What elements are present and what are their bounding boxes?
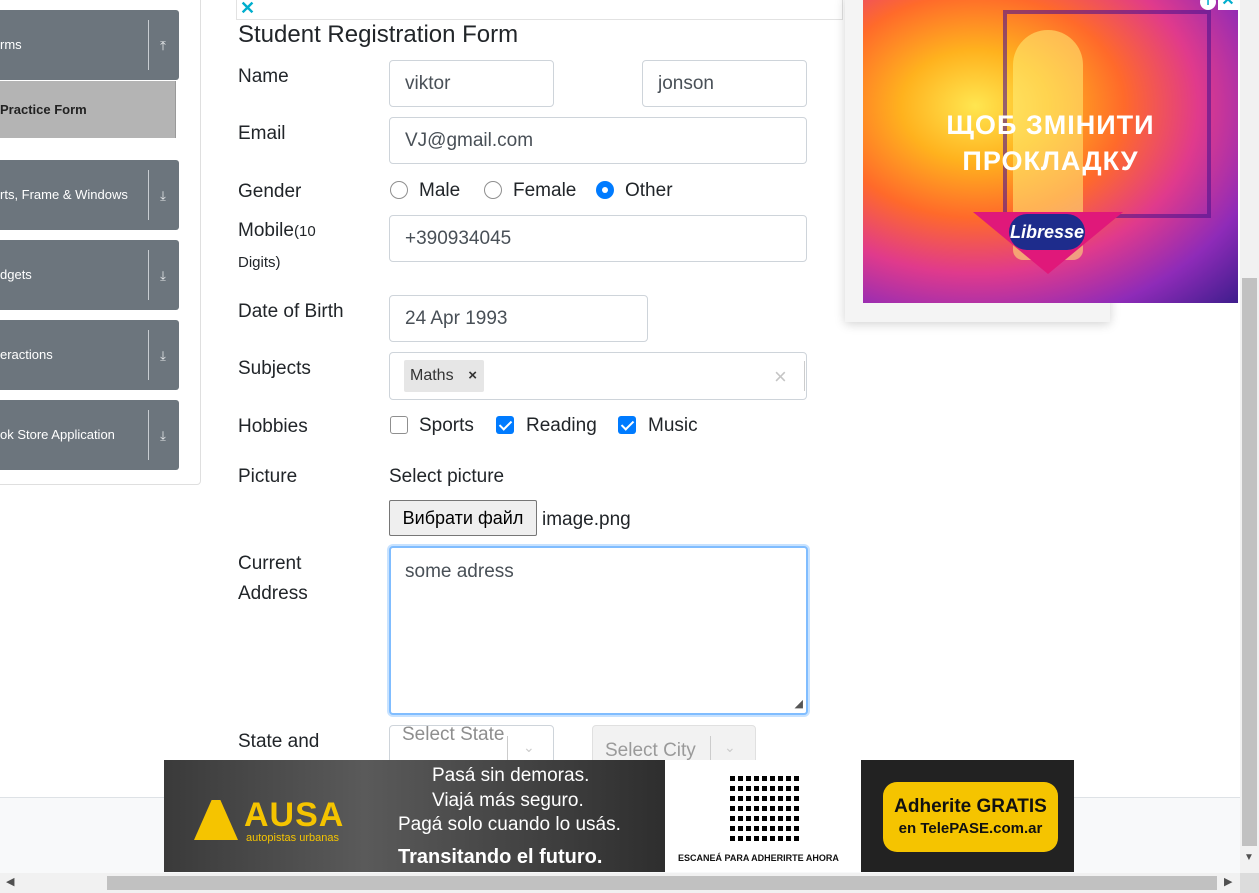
group-divider — [148, 170, 149, 220]
sidebar-group-label: eractions — [0, 347, 53, 362]
vertical-scrollbar[interactable]: ▼ — [1240, 0, 1259, 873]
subject-chip-label: Maths — [410, 367, 454, 384]
horizontal-scrollbar[interactable]: ◀ ▶ — [0, 873, 1259, 893]
state-city-label: State and — [238, 731, 320, 752]
remove-chip-icon[interactable]: × — [462, 360, 484, 392]
email-label: Email — [238, 123, 286, 144]
dob-label: Date of Birth — [238, 301, 344, 322]
gender-other-radio[interactable] — [596, 181, 614, 199]
clear-icon[interactable]: × — [774, 364, 787, 390]
resize-handle-icon[interactable]: ◢ — [795, 697, 803, 710]
picture-label: Picture — [238, 466, 298, 487]
last-name-input[interactable]: jonson — [642, 60, 807, 107]
sidebar-group-widgets[interactable]: dgets ⤓ — [0, 240, 179, 310]
ausa-logo: AUSA — [244, 796, 345, 834]
scrollbar-corner — [1240, 873, 1259, 893]
hobby-sports-checkbox[interactable] — [390, 416, 408, 434]
hobby-music-label[interactable]: Music — [648, 415, 698, 437]
ad-headline-line2: ПРОКЛАДКУ — [962, 146, 1139, 176]
dob-input[interactable]: 24 Apr 1993 — [389, 295, 648, 342]
first-name-input[interactable]: viktor — [389, 60, 554, 107]
ad-cta-button[interactable]: Adherite GRATIS en TelePASE.com.ar — [883, 782, 1058, 852]
sidebar-item-practice-form[interactable]: Practice Form — [0, 81, 176, 138]
email-input[interactable]: VJ@gmail.com — [389, 117, 807, 164]
expand-icon[interactable]: ⤓ — [152, 400, 174, 470]
city-placeholder: Select City — [605, 740, 696, 761]
address-label-line2: Address — [238, 583, 308, 604]
sidebar-group-label: rts, Frame & Windows — [0, 187, 128, 202]
ad-brand: Libresse — [1009, 214, 1085, 250]
gender-other-label[interactable]: Other — [625, 180, 673, 202]
qr-caption: ESCANEÁ PARA ADHERIRTE AHORA — [678, 853, 839, 863]
sidebar-group-label: ok Store Application — [0, 427, 115, 442]
ad-line-3: Pagá solo cuando lo usás. — [398, 814, 621, 835]
top-ad-strip: ✕ — [236, 0, 843, 20]
sidebar-group-label: rms — [0, 37, 22, 52]
right-ad-banner[interactable]: ЩОБ ЗМІНИТИ ПРОКЛАДКУ Libresse — [863, 0, 1238, 303]
chevron-down-icon[interactable]: ⌄ — [724, 739, 736, 756]
hobby-sports-label[interactable]: Sports — [419, 415, 474, 437]
sidebar-item-label: Practice Form — [0, 102, 87, 117]
sidebar-group-alerts-frame-windows[interactable]: rts, Frame & Windows ⤓ — [0, 160, 179, 230]
group-divider — [148, 410, 149, 460]
gender-female-label[interactable]: Female — [513, 180, 576, 202]
bottom-ad-banner[interactable]: AUSA autopistas urbanas Pasá sin demoras… — [164, 760, 1074, 872]
choose-file-button[interactable]: Вибрати файл — [389, 500, 537, 536]
selected-file-name: image.png — [542, 509, 631, 530]
ad-cta-line2: en TelePASE.com.ar — [898, 820, 1043, 837]
mobile-label-text: Mobile — [238, 220, 294, 241]
chevron-down-icon[interactable]: ⌄ — [523, 739, 535, 756]
mobile-input[interactable]: +390934045 — [389, 215, 807, 262]
gender-female-radio[interactable] — [484, 181, 502, 199]
scroll-left-icon[interactable]: ◀ — [6, 875, 14, 888]
group-divider — [148, 250, 149, 300]
mobile-hint-digits: Digits) — [238, 254, 281, 271]
subjects-label: Subjects — [238, 358, 311, 379]
sidebar-group-interactions[interactable]: eractions ⤓ — [0, 320, 179, 390]
ad-headline-line1: ЩОБ ЗМІНИТИ — [946, 110, 1155, 140]
sidebar-group-forms[interactable]: rms ⤒ — [0, 10, 179, 80]
subjects-input[interactable]: Maths × × — [389, 352, 807, 400]
gender-male-radio[interactable] — [390, 181, 408, 199]
hobbies-label: Hobbies — [238, 416, 308, 437]
hobby-reading-checkbox[interactable] — [496, 416, 514, 434]
ausa-logo-subtitle: autopistas urbanas — [246, 832, 339, 844]
ad-line-2: Viajá más seguro. — [432, 790, 584, 811]
scroll-down-icon[interactable]: ▼ — [1244, 852, 1254, 863]
sidebar-group-label: dgets — [0, 267, 32, 282]
hobby-music-checkbox[interactable] — [618, 416, 636, 434]
scroll-right-icon[interactable]: ▶ — [1224, 875, 1232, 888]
expand-icon[interactable]: ⤓ — [152, 160, 174, 230]
gender-male-label[interactable]: Male — [419, 180, 460, 202]
ad-tagline: Transitando el futuro. — [398, 846, 603, 868]
page-title: Student Registration Form — [238, 21, 519, 48]
mobile-hint: (10 — [293, 223, 316, 240]
subjects-divider — [804, 361, 805, 391]
address-text: some adress — [405, 561, 514, 582]
collapse-icon[interactable]: ⤒ — [152, 10, 174, 80]
name-label: Name — [238, 66, 289, 87]
group-divider — [148, 330, 149, 380]
ad-close-icon[interactable]: ✕ — [1218, 0, 1238, 10]
expand-icon[interactable]: ⤓ — [152, 240, 174, 310]
mobile-label: Mobile(10 — [238, 220, 316, 242]
ad-cta-line1: Adherite GRATIS — [894, 796, 1047, 817]
ad-line-1: Pasá sin demoras. — [432, 765, 590, 786]
address-label-line1: Current — [238, 553, 302, 574]
ad-close-icon[interactable]: ✕ — [240, 0, 255, 19]
current-address-textarea[interactable]: some adress ◢ — [389, 546, 808, 715]
horizontal-scroll-thumb[interactable] — [107, 876, 1217, 890]
select-picture-label: Select picture — [389, 466, 505, 487]
hobby-reading-label[interactable]: Reading — [526, 415, 597, 437]
subject-chip: Maths × — [404, 360, 484, 392]
group-divider — [148, 20, 149, 70]
sidebar-group-book-store[interactable]: ok Store Application ⤓ — [0, 400, 179, 470]
expand-icon[interactable]: ⤓ — [152, 320, 174, 390]
state-placeholder: Select State — [402, 725, 505, 745]
gender-label: Gender — [238, 181, 302, 202]
qr-code-icon — [730, 771, 800, 841]
vertical-scroll-thumb[interactable] — [1242, 278, 1257, 846]
